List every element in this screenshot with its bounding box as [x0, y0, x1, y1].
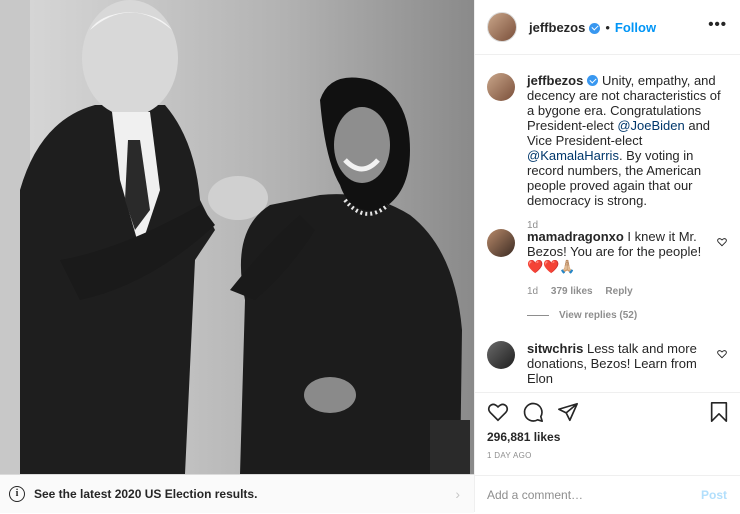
mention-link[interactable]: @KamalaHarris — [527, 148, 619, 163]
photo-figures — [0, 0, 470, 474]
comment-username[interactable]: mamadragonxo — [527, 229, 624, 244]
comment-item: sitwchris Less talk and more donations, … — [487, 341, 727, 386]
post-timestamp[interactable]: 1 DAY AGO — [487, 451, 532, 460]
post-sidebar: jeffbezos • Follow ••• jeffbezos Unity, … — [474, 0, 740, 512]
election-banner[interactable]: i See the latest 2020 US Election result… — [0, 474, 474, 513]
comment-text: sitwchris Less talk and more donations, … — [527, 341, 711, 386]
post-photo[interactable] — [0, 0, 474, 474]
election-banner-text: See the latest 2020 US Election results. — [34, 487, 258, 501]
post-header: jeffbezos • Follow ••• — [475, 0, 740, 55]
caption: jeffbezos Unity, empathy, and decency ar… — [487, 73, 727, 231]
heart-icon[interactable] — [487, 401, 509, 423]
mention-link[interactable]: @JoeBiden — [617, 118, 684, 133]
likes-count[interactable]: 296,881 likes — [487, 430, 560, 444]
bookmark-icon[interactable] — [709, 401, 729, 423]
separator-dot: • — [605, 19, 610, 35]
view-replies-button[interactable]: View replies (52) — [527, 310, 637, 321]
comment-meta: 1d 379 likes Reply — [527, 286, 727, 297]
follow-button[interactable]: Follow — [615, 20, 656, 35]
avatar[interactable] — [487, 73, 515, 101]
comment-input[interactable]: Add a comment… — [487, 488, 701, 502]
info-icon: i — [9, 486, 25, 502]
avatar[interactable] — [487, 341, 515, 369]
comment-username[interactable]: sitwchris — [527, 341, 583, 356]
instagram-post: i See the latest 2020 US Election result… — [0, 0, 740, 513]
comment-likes[interactable]: 379 likes — [551, 286, 593, 297]
comment-age[interactable]: 1d — [527, 286, 538, 297]
verified-icon — [587, 75, 599, 86]
comment-text: mamadragonxo I knew it Mr. Bezos! You ar… — [527, 229, 711, 274]
comment-item: mamadragonxo I knew it Mr. Bezos! You ar… — [487, 229, 727, 297]
post-username[interactable]: jeffbezos — [529, 20, 585, 35]
chevron-right-icon: › — [455, 486, 460, 502]
replies-divider — [527, 315, 549, 316]
view-replies-label: View replies (52) — [559, 310, 638, 321]
caption-text: jeffbezos Unity, empathy, and decency ar… — [527, 73, 727, 208]
more-options-icon[interactable]: ••• — [708, 16, 727, 33]
caption-username[interactable]: jeffbezos — [527, 73, 583, 88]
heart-icon[interactable] — [717, 237, 727, 247]
comments-list[interactable]: jeffbezos Unity, empathy, and decency ar… — [475, 55, 740, 391]
avatar[interactable] — [487, 229, 515, 257]
comment-icon[interactable] — [522, 401, 544, 423]
action-icons — [487, 401, 592, 423]
post-actions: 296,881 likes 1 DAY AGO Add a comment… P… — [475, 392, 740, 513]
verified-icon — [589, 22, 601, 34]
reply-button[interactable]: Reply — [605, 286, 632, 297]
avatar[interactable] — [487, 12, 517, 42]
post-comment-button[interactable]: Post — [701, 488, 727, 502]
share-icon[interactable] — [557, 401, 579, 423]
heart-icon[interactable] — [717, 349, 727, 359]
add-comment-bar: Add a comment… Post — [475, 475, 740, 514]
